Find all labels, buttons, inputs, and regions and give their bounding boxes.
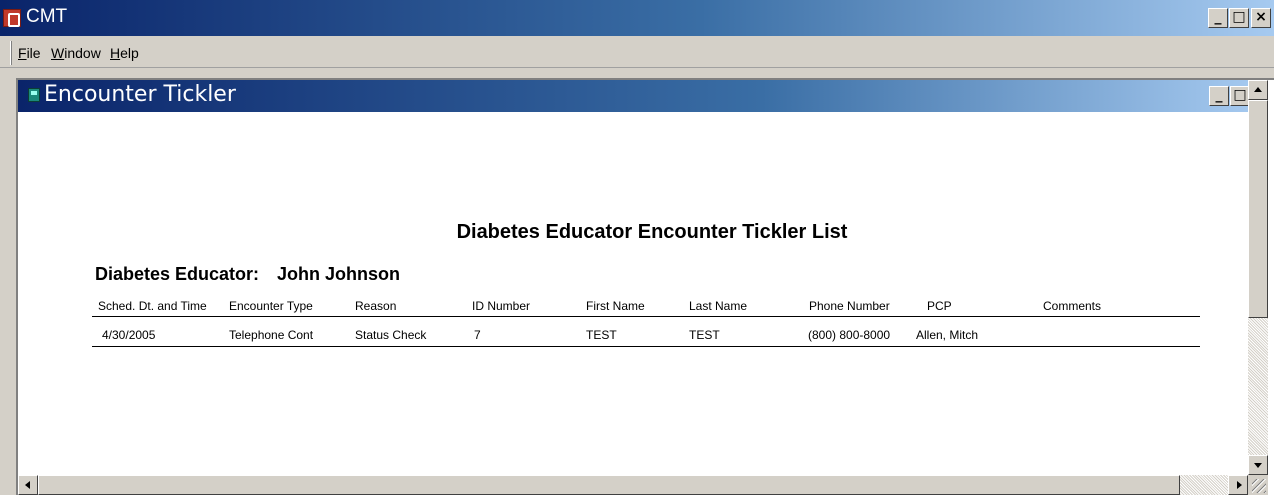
vertical-scrollbar[interactable]: [1248, 80, 1268, 475]
header-divider: [92, 316, 1200, 317]
resize-grip-icon[interactable]: [1248, 475, 1268, 495]
scroll-down-icon[interactable]: [1248, 455, 1268, 475]
child-title-bar[interactable]: Encounter Tickler _ □: [18, 80, 1258, 112]
cell-last-name: TEST: [689, 328, 720, 342]
scroll-left-icon[interactable]: [18, 475, 38, 495]
child-window-title: Encounter Tickler: [44, 82, 236, 107]
window-document-icon[interactable]: [28, 88, 40, 102]
maximize-icon[interactable]: □: [1230, 86, 1250, 106]
cell-reason: Status Check: [355, 328, 427, 342]
maximize-icon[interactable]: □: [1229, 8, 1249, 28]
menu-bar-grip: [10, 41, 12, 65]
educator-name: John Johnson: [277, 264, 401, 284]
menu-help[interactable]: Help: [110, 45, 139, 61]
cell-sched-dt: 4/30/2005: [102, 328, 156, 342]
vertical-scroll-thumb[interactable]: [1248, 100, 1268, 318]
encounter-tickler-window: Encounter Tickler _ □ Diabetes Educator …: [16, 78, 1274, 495]
app-title-bar[interactable]: CMT _ □ ×: [0, 0, 1274, 36]
column-header-reason: Reason: [355, 299, 397, 313]
report-title: Diabetes Educator Encounter Tickler List: [456, 221, 848, 243]
menu-bar: File Window Help: [0, 38, 1274, 68]
scroll-up-icon[interactable]: [1248, 80, 1268, 100]
column-header-pcp: PCP: [927, 299, 952, 313]
scroll-right-icon[interactable]: [1228, 475, 1248, 495]
horizontal-scrollbar[interactable]: [18, 475, 1248, 495]
menu-window[interactable]: Window: [51, 45, 101, 61]
app-title: CMT: [26, 6, 68, 27]
minimize-icon[interactable]: _: [1209, 86, 1229, 106]
column-header-phone-number: Phone Number: [809, 299, 890, 313]
cell-first-name: TEST: [586, 328, 617, 342]
educator-heading: Diabetes Educator: John Johnson: [95, 264, 400, 285]
cell-encounter-type: Telephone Cont: [229, 328, 314, 342]
close-icon[interactable]: ×: [1251, 8, 1271, 28]
column-header-last-name: Last Name: [689, 299, 748, 313]
cmt-app-icon[interactable]: [3, 9, 21, 27]
column-header-sched-dt: Sched. Dt. and Time: [98, 299, 207, 313]
cmt-application-window: CMT _ □ × File Window Help Encounter Tic…: [0, 0, 1274, 495]
cell-id-number: 7: [474, 328, 481, 342]
column-header-encounter-type: Encounter Type: [229, 299, 313, 313]
cell-pcp: Allen, Mitch: [916, 328, 979, 342]
column-header-first-name: First Name: [586, 299, 645, 313]
minimize-icon[interactable]: _: [1208, 8, 1228, 28]
column-header-id-number: ID Number: [472, 299, 531, 313]
row-divider: [92, 346, 1200, 347]
cell-phone-number: (800) 800-8000: [808, 328, 891, 342]
column-header-comments: Comments: [1043, 299, 1102, 313]
educator-label: Diabetes Educator:: [95, 264, 260, 284]
menu-file[interactable]: File: [18, 45, 41, 61]
horizontal-scroll-thumb[interactable]: [38, 475, 1180, 495]
